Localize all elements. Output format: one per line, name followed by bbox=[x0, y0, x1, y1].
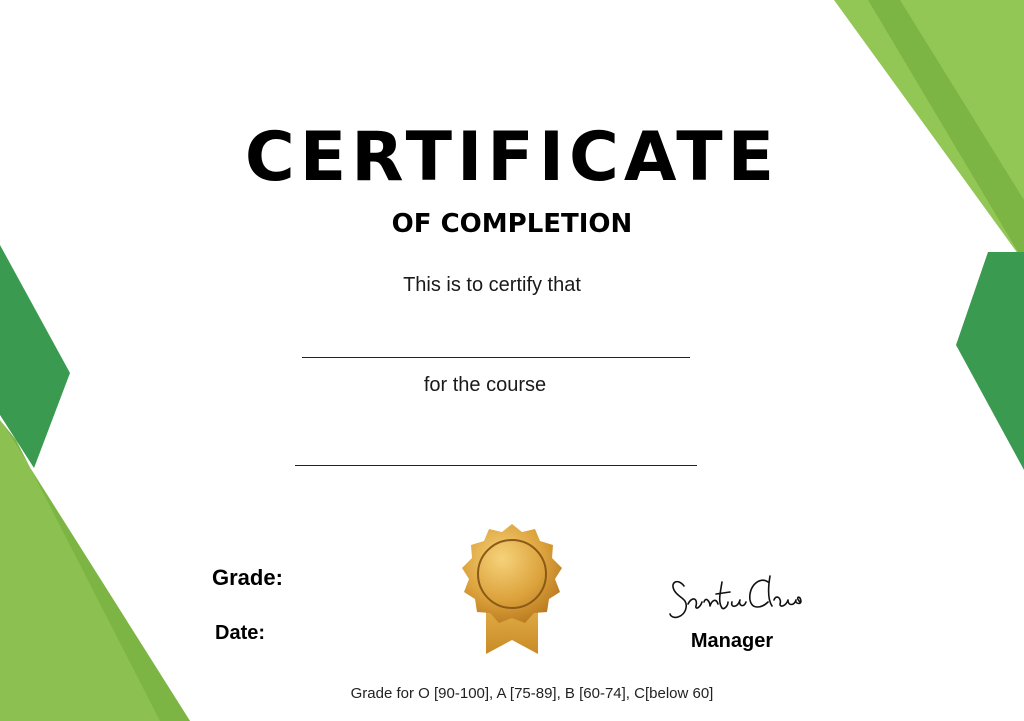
signature-image bbox=[669, 575, 802, 619]
course-text: for the course bbox=[423, 374, 547, 396]
certificate-title: CERTIFICATE bbox=[244, 118, 780, 197]
grading-scale-note: Grade for O [90-100], A [75-89], B [60-7… bbox=[350, 685, 714, 702]
certificate-subtitle: OF COMPLETION bbox=[391, 209, 633, 239]
right-dark-green-shape bbox=[956, 252, 1024, 470]
certify-text: This is to certify that bbox=[403, 274, 581, 296]
signer-title: Manager bbox=[690, 630, 774, 652]
signature-stroke bbox=[669, 575, 802, 619]
certificate-canvas: CERTIFICATE OF COMPLETION This is to cer… bbox=[0, 0, 1024, 721]
course-name-line bbox=[295, 465, 697, 466]
gold-seal-icon bbox=[462, 524, 562, 654]
date-label: Date: bbox=[215, 622, 266, 644]
grade-label: Grade: bbox=[212, 565, 283, 590]
recipient-name-line bbox=[302, 357, 690, 358]
